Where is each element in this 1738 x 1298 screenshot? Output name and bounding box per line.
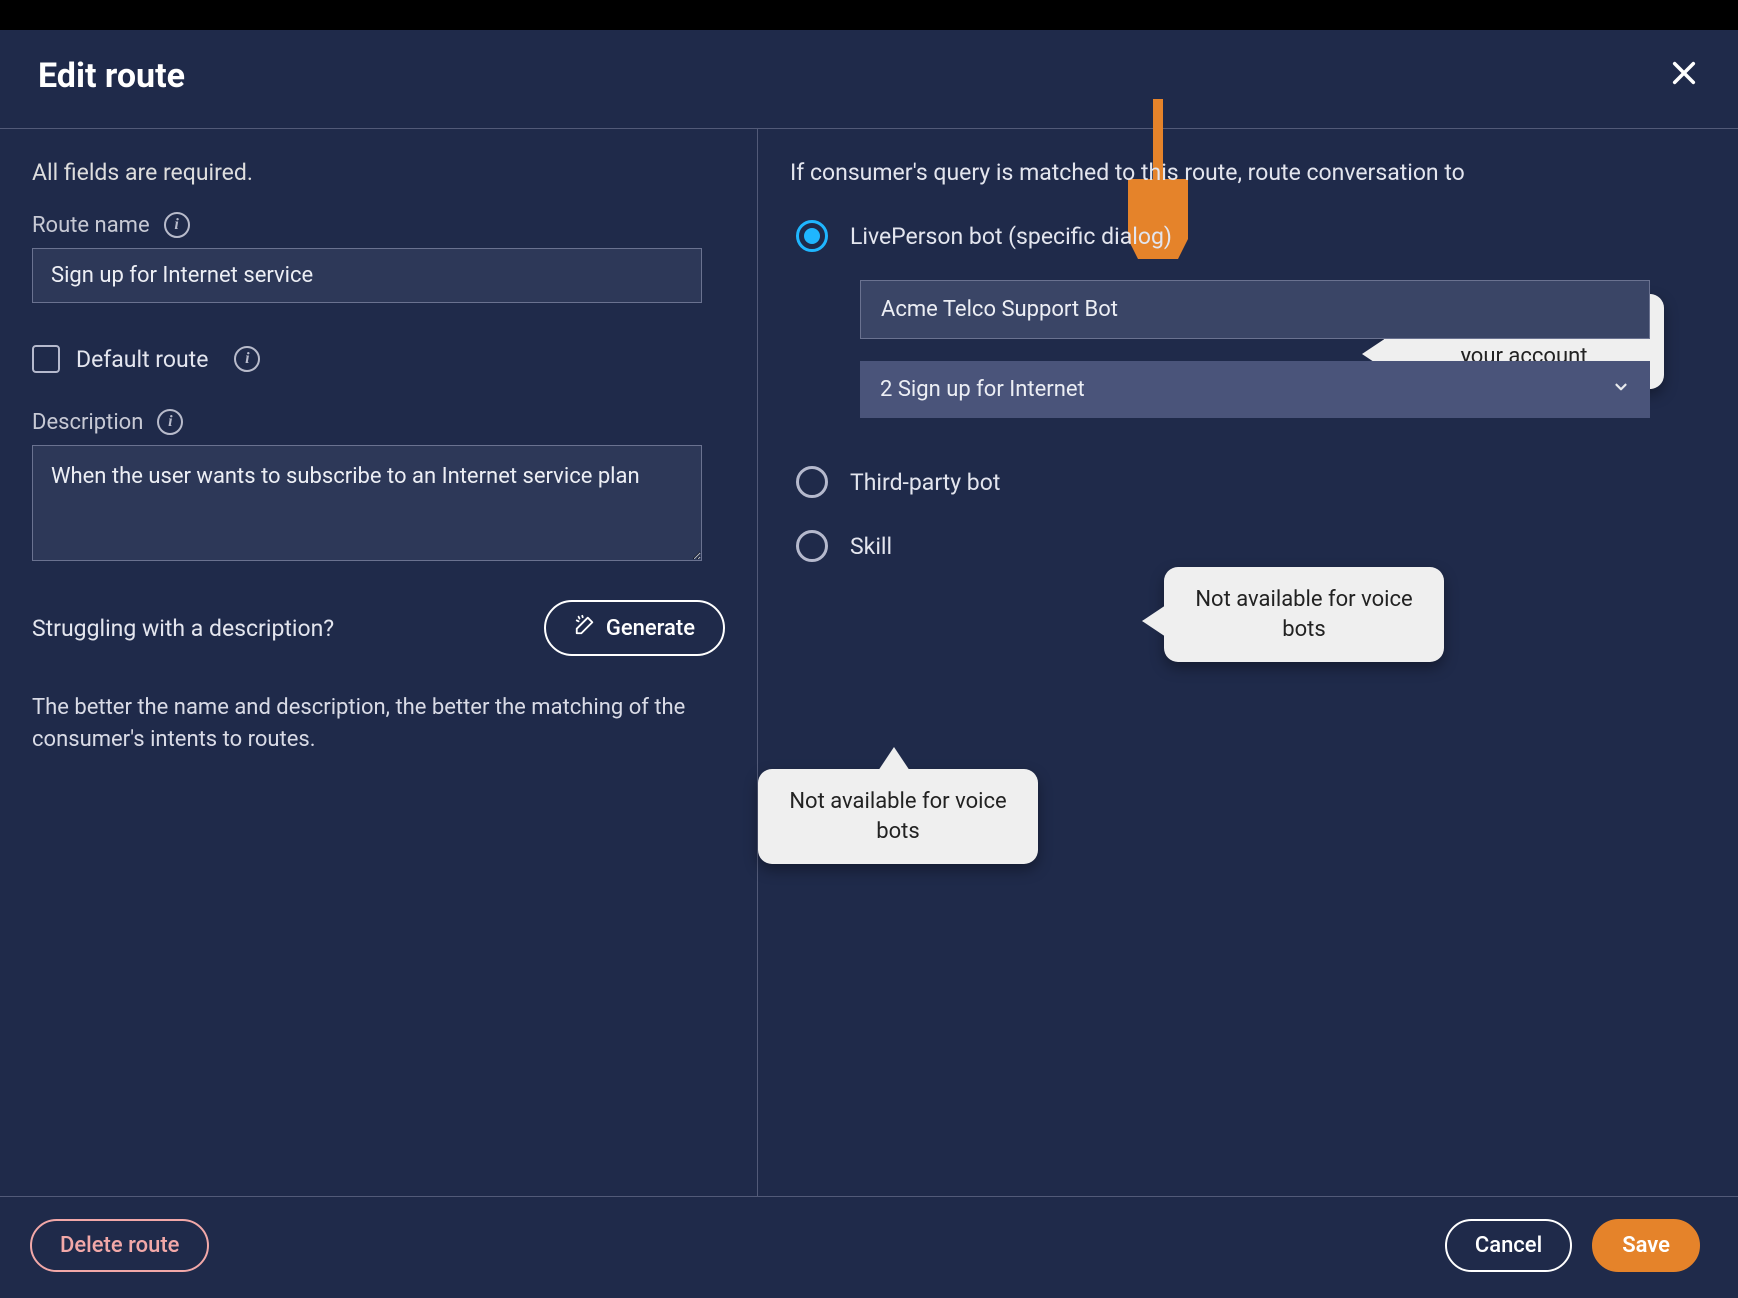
hint-text: The better the name and description, the…: [32, 692, 692, 756]
dialog-footer: Delete route Cancel Save: [0, 1196, 1738, 1298]
radio-third-party-bot[interactable]: Third-party bot: [796, 466, 1706, 498]
bot-select[interactable]: Acme Telco Support Bot: [860, 280, 1650, 339]
generate-button[interactable]: Generate: [544, 600, 725, 656]
route-name-label: Route name: [32, 213, 150, 238]
dialog-select-value: 2 Sign up for Internet: [880, 377, 1085, 402]
radio-third-party-bot-label: Third-party bot: [850, 469, 1000, 496]
radio-skill[interactable]: Skill: [796, 530, 1706, 562]
generate-button-label: Generate: [606, 616, 695, 641]
dialog-select[interactable]: 2 Sign up for Internet: [860, 361, 1650, 418]
description-label: Description: [32, 410, 143, 435]
route-name-input[interactable]: [32, 248, 702, 303]
chevron-down-icon: [1612, 377, 1630, 402]
default-route-row: Default route i: [32, 345, 725, 373]
required-note: All fields are required.: [32, 159, 725, 186]
default-route-label: Default route: [76, 346, 208, 373]
struggling-text: Struggling with a description?: [32, 615, 334, 642]
dialog-header: Edit route: [0, 30, 1738, 129]
bot-select-value: Acme Telco Support Bot: [881, 297, 1118, 322]
edit-route-dialog: Edit route Route to any bot in your acco…: [0, 30, 1738, 1298]
dialog-title: Edit route: [38, 56, 185, 96]
info-icon[interactable]: i: [234, 346, 260, 372]
description-input[interactable]: [32, 445, 702, 561]
route-name-field: Route name i: [32, 212, 725, 303]
left-panel: All fields are required. Route name i De…: [0, 129, 758, 1196]
info-icon[interactable]: i: [164, 212, 190, 238]
cancel-label: Cancel: [1475, 1233, 1542, 1258]
save-label: Save: [1622, 1233, 1670, 1258]
radio-selected-icon: [796, 220, 828, 252]
right-panel: If consumer's query is matched to this r…: [758, 129, 1738, 1196]
delete-route-label: Delete route: [60, 1233, 179, 1258]
radio-liveperson-bot-label: LivePerson bot (specific dialog): [850, 223, 1172, 250]
description-field: Description i: [32, 409, 725, 566]
close-icon: [1670, 61, 1698, 94]
default-route-checkbox[interactable]: [32, 345, 60, 373]
radio-liveperson-bot[interactable]: LivePerson bot (specific dialog): [796, 220, 1706, 252]
magic-wand-icon: [574, 614, 596, 642]
radio-skill-label: Skill: [850, 533, 892, 560]
radio-unselected-icon: [796, 530, 828, 562]
close-button[interactable]: [1670, 59, 1698, 93]
delete-route-button[interactable]: Delete route: [30, 1219, 209, 1272]
radio-unselected-icon: [796, 466, 828, 498]
cancel-button[interactable]: Cancel: [1445, 1219, 1572, 1272]
info-icon[interactable]: i: [157, 409, 183, 435]
save-button[interactable]: Save: [1592, 1219, 1700, 1272]
routing-heading: If consumer's query is matched to this r…: [790, 159, 1706, 186]
